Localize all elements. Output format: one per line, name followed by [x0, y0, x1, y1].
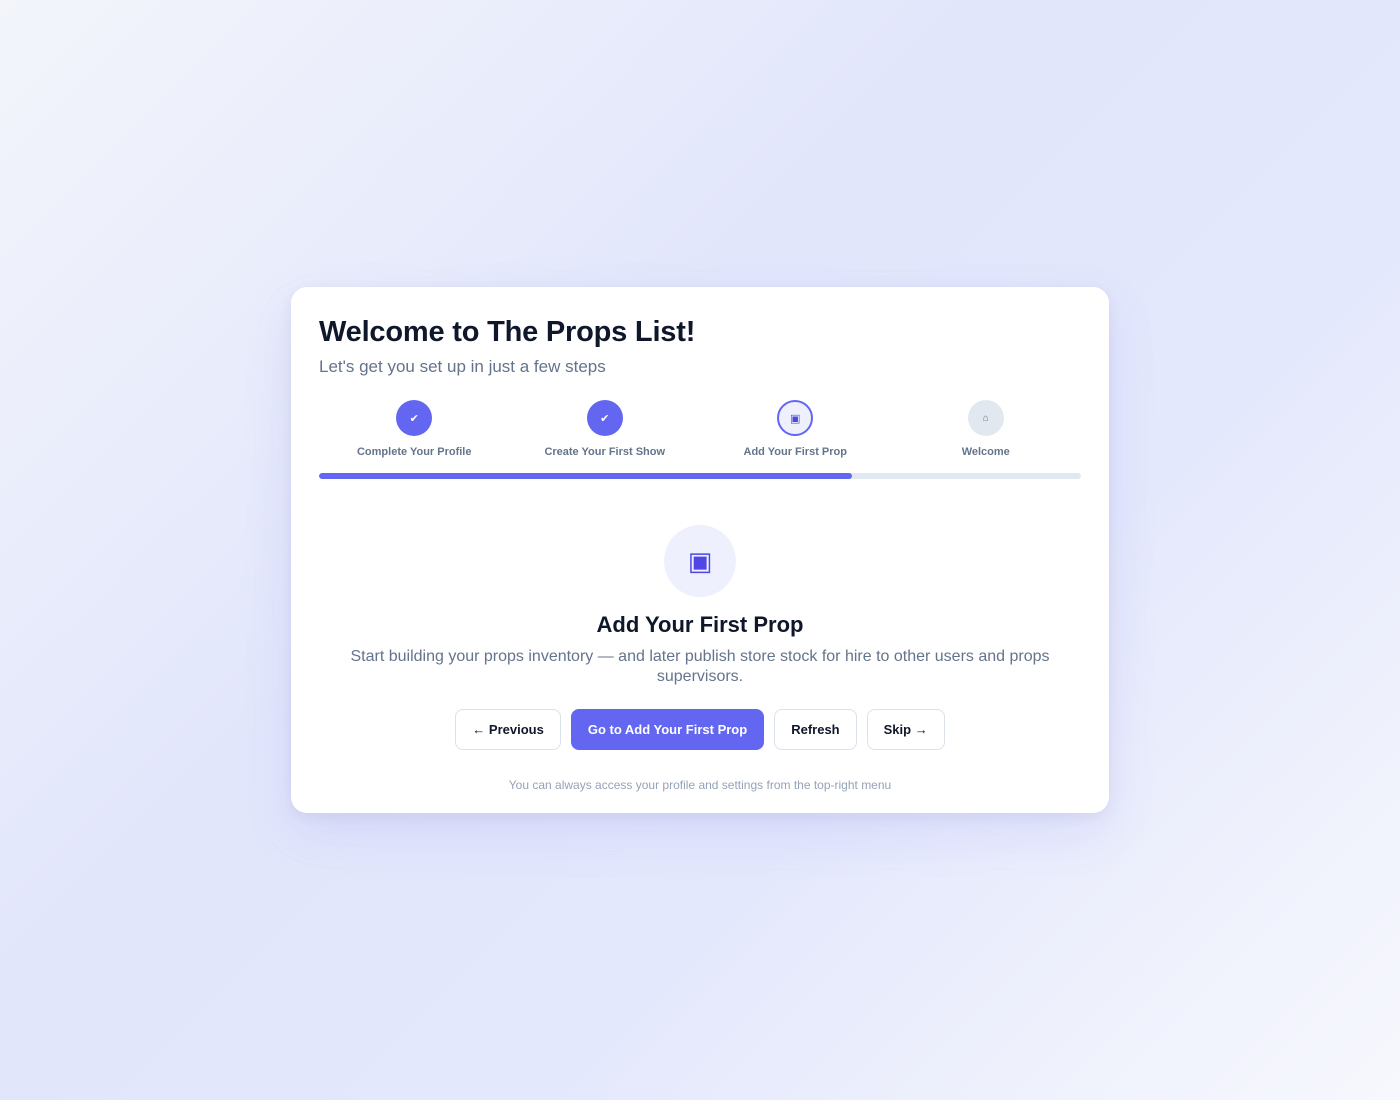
step-label: Welcome [961, 446, 1010, 458]
step-label: Complete Your Profile [356, 446, 472, 458]
action-bar: ← Previous Go to Add Your First Prop Ref… [319, 709, 1081, 750]
onboarding-card: Welcome to The Props List! Let's get you… [291, 287, 1109, 813]
step-label: Add Your First Prop [743, 446, 848, 458]
refresh-button[interactable]: Refresh [774, 709, 857, 750]
skip-button[interactable]: Skip → [866, 709, 945, 750]
step-complete-profile[interactable]: ✔ Complete Your Profile [319, 400, 510, 459]
check-icon: ✔ [586, 400, 623, 436]
step-add-first-prop[interactable]: ▣ Add Your First Prop [700, 400, 891, 459]
step-label: Create Your First Show [544, 446, 666, 458]
box-icon: ▣ [664, 525, 736, 597]
progress-bar-fill [319, 473, 853, 479]
stepper: ✔ Complete Your Profile ✔ Create Your Fi… [319, 400, 1081, 459]
page-title: Welcome to The Props List! [319, 316, 696, 348]
step-description: Start building your props inventory — an… [350, 648, 1050, 685]
home-icon: ⌂ [967, 400, 1004, 436]
progress-bar [319, 473, 1081, 479]
step-title: Add Your First Prop [596, 612, 804, 637]
step-create-first-show[interactable]: ✔ Create Your First Show [510, 400, 701, 459]
box-icon: ▣ [777, 400, 814, 436]
previous-button[interactable]: ← Previous [455, 709, 561, 750]
step-welcome[interactable]: ⌂ Welcome [891, 400, 1082, 459]
go-to-add-prop-button[interactable]: Go to Add Your First Prop [570, 709, 765, 750]
check-icon: ✔ [396, 400, 433, 436]
footnote: You can always access your profile and s… [508, 778, 892, 792]
page-subtitle: Let's get you set up in just a few steps [319, 357, 606, 376]
